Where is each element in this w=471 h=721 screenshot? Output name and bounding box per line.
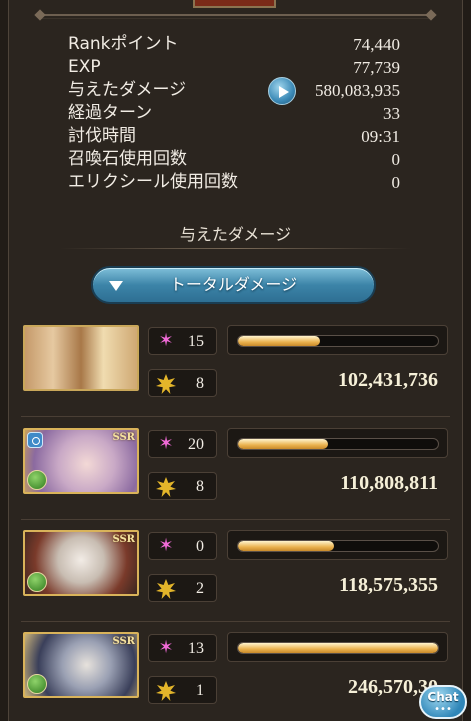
character-row: SSR ✶ 13 1 246,570,30 xyxy=(21,632,450,721)
top-tab xyxy=(193,0,276,8)
skill-star-icon: ✶ xyxy=(158,535,174,556)
stat-label: 経過ターン xyxy=(68,103,153,123)
ougi-burst-icon xyxy=(156,579,176,599)
damage-value: 102,431,736 xyxy=(338,369,438,391)
skill-count-box: ✶ 0 xyxy=(148,532,217,560)
stat-exp: EXP 77,739 xyxy=(68,56,400,79)
ougi-count: 2 xyxy=(196,580,204,597)
skill-star-icon: ✶ xyxy=(158,330,174,351)
stat-label: 召喚石使用回数 xyxy=(68,149,187,169)
character-row: SSR ✶ 20 8 110,808,811 xyxy=(21,428,450,520)
stats-list: Rankポイント 74,440 EXP 77,739 与えたダメージ 580,0… xyxy=(68,33,400,194)
ougi-count-box: 8 xyxy=(148,369,217,397)
stat-turns: 経過ターン 33 xyxy=(68,102,400,125)
character-portrait[interactable]: SSR xyxy=(23,428,139,494)
skill-count-box: ✶ 15 xyxy=(148,327,217,355)
wind-element-icon xyxy=(27,572,47,592)
chat-button[interactable]: Chat ••• xyxy=(419,685,467,719)
ougi-burst-icon xyxy=(156,374,176,394)
ougi-burst-icon xyxy=(156,477,176,497)
skill-count: 20 xyxy=(188,436,204,453)
character-row: SSR ✶ 0 2 118,575,355 xyxy=(21,530,450,622)
ougi-count-box: 8 xyxy=(148,472,217,500)
skill-star-icon: ✶ xyxy=(158,433,174,454)
ougi-count: 8 xyxy=(196,375,204,392)
ougi-count-box: 2 xyxy=(148,574,217,602)
ougi-count: 1 xyxy=(196,682,204,699)
top-ornament xyxy=(0,0,471,28)
chat-label: Chat xyxy=(427,690,459,704)
skill-star-icon: ✶ xyxy=(158,637,174,658)
wind-element-icon xyxy=(27,674,47,694)
stat-summon-uses: 召喚石使用回数 0 xyxy=(68,148,400,171)
skill-count: 0 xyxy=(196,538,204,555)
ssr-badge: SSR xyxy=(112,432,135,443)
skill-count-box: ✶ 20 xyxy=(148,430,217,458)
stat-rank-points: Rankポイント 74,440 xyxy=(68,33,400,56)
wind-element-icon xyxy=(27,470,47,490)
ougi-count: 8 xyxy=(196,478,204,495)
ssr-badge: SSR xyxy=(112,534,135,545)
damage-share-bar xyxy=(227,632,448,662)
skill-count: 13 xyxy=(188,640,204,657)
stat-value: 74,440 xyxy=(353,35,400,54)
damage-share-bar xyxy=(227,530,448,560)
stat-elixir-uses: エリクシール使用回数 0 xyxy=(68,171,400,194)
stat-label: エリクシール使用回数 xyxy=(68,172,238,192)
character-portrait[interactable]: SSR xyxy=(23,530,139,596)
ougi-burst-icon xyxy=(156,681,176,701)
play-icon[interactable] xyxy=(268,77,296,105)
stat-value: 0 xyxy=(391,173,401,192)
stat-label: Rankポイント xyxy=(68,34,179,54)
stat-value: 77,739 xyxy=(353,58,400,77)
stat-label: 討伐時間 xyxy=(68,126,136,146)
stat-value: 33 xyxy=(383,104,400,123)
chat-dots: ••• xyxy=(434,704,452,715)
damage-share-bar xyxy=(227,428,448,458)
character-row: ✶ 15 8 102,431,736 xyxy=(21,325,450,417)
damage-value: 118,575,355 xyxy=(339,574,438,596)
character-portrait[interactable] xyxy=(23,325,139,391)
stat-damage-dealt: 与えたダメージ 580,083,935 xyxy=(68,77,400,105)
stat-value: 580,083,935 xyxy=(315,81,400,100)
stat-value: 09:31 xyxy=(361,127,400,146)
stat-label: EXP xyxy=(68,57,101,77)
stat-label: 与えたダメージ xyxy=(68,80,187,100)
section-title: 与えたダメージ xyxy=(0,220,471,250)
ring-icon xyxy=(27,432,43,448)
skill-count: 15 xyxy=(188,333,204,350)
stat-value: 0 xyxy=(391,150,401,169)
damage-value: 110,808,811 xyxy=(340,472,438,494)
skill-count-box: ✶ 13 xyxy=(148,634,217,662)
ssr-badge: SSR xyxy=(112,636,135,647)
damage-share-bar xyxy=(227,325,448,355)
total-damage-label: トータルダメージ xyxy=(169,275,298,294)
stat-time: 討伐時間 09:31 xyxy=(68,125,400,148)
total-damage-button[interactable]: トータルダメージ xyxy=(91,266,376,304)
character-portrait[interactable]: SSR xyxy=(23,632,139,698)
ougi-count-box: 1 xyxy=(148,676,217,704)
